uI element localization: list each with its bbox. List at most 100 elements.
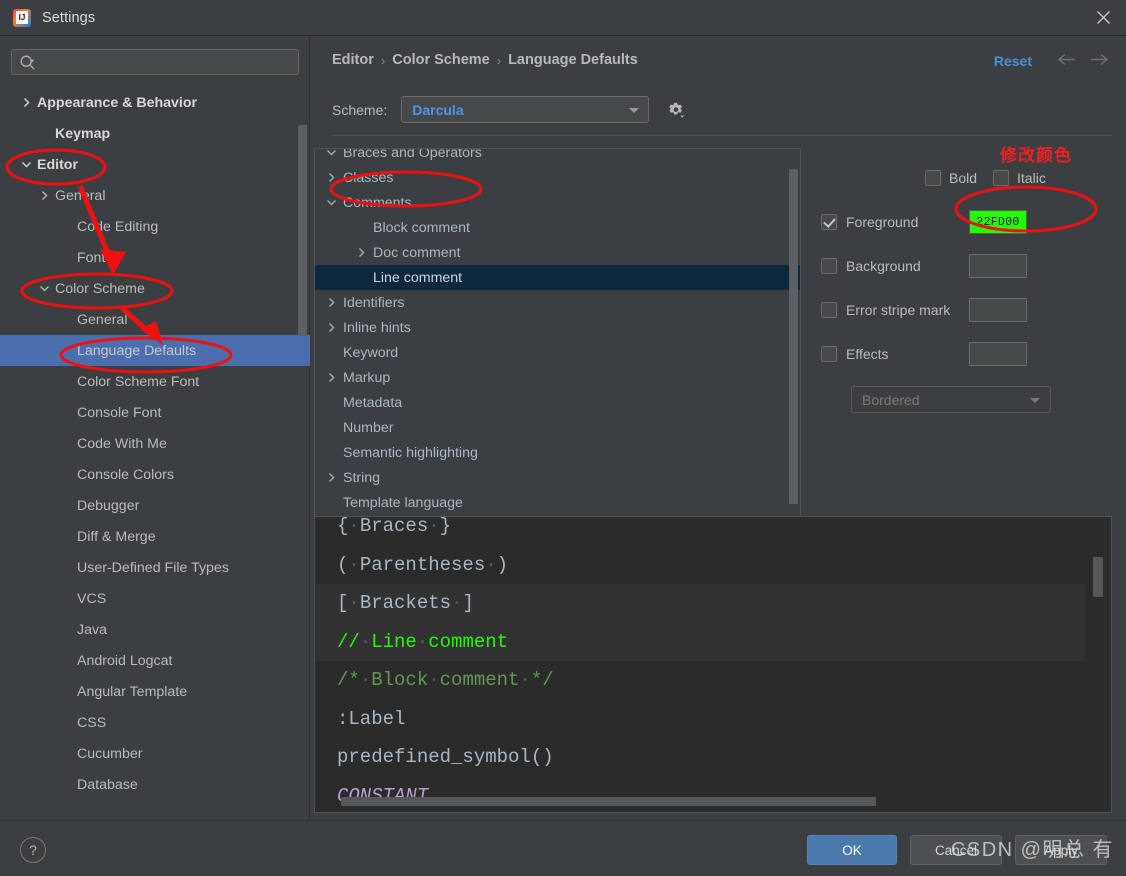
sidebar-item-code-editing[interactable]: Code Editing xyxy=(0,211,310,242)
help-button[interactable]: ? xyxy=(20,837,46,863)
chevron-down-icon[interactable] xyxy=(38,282,51,295)
search-box[interactable] xyxy=(11,49,299,75)
sidebar-item-angular-template[interactable]: Angular Template xyxy=(0,676,310,707)
preview-token: Parentheses xyxy=(359,553,486,576)
sidebar-item-vcs[interactable]: VCS xyxy=(0,583,310,614)
attribute-row-label: Comments xyxy=(343,194,412,211)
attribute-row-number[interactable]: Number xyxy=(315,415,800,440)
attribute-row-braces-and-operators[interactable]: Braces and Operators xyxy=(315,149,800,165)
arrow-right-icon[interactable] xyxy=(1090,53,1109,66)
reset-link[interactable]: Reset xyxy=(994,53,1032,69)
sidebar-scrollbar-thumb[interactable] xyxy=(298,125,307,336)
chevron-right-icon[interactable] xyxy=(355,246,369,259)
preview-token: /* xyxy=(337,669,360,692)
preview-vertical-scrollbar-thumb[interactable] xyxy=(1093,557,1103,597)
chevron-right-icon[interactable] xyxy=(325,321,339,334)
breadcrumb-item[interactable]: Color Scheme xyxy=(392,52,490,68)
attribute-row-template-language[interactable]: Template language xyxy=(315,490,800,515)
settings-category-tree[interactable]: Appearance & Behavior Keymap Editor General… xyxy=(0,87,310,820)
scheme-label: Scheme: xyxy=(332,101,388,118)
attribute-row-markup[interactable]: Markup xyxy=(315,365,800,390)
attribute-row-identifiers[interactable]: Identifiers xyxy=(315,290,800,315)
chevron-right-icon[interactable] xyxy=(325,171,339,184)
error-stripe-mark-label: Error stripe mark xyxy=(846,302,951,318)
sidebar-item-label: Angular Template xyxy=(77,683,188,700)
effects-checkbox[interactable] xyxy=(821,346,837,362)
chevron-down-icon[interactable] xyxy=(325,149,339,159)
attribute-row-keyword[interactable]: Keyword xyxy=(315,340,800,365)
error-stripe-mark-checkbox[interactable] xyxy=(821,302,837,318)
sidebar-item-keymap[interactable]: Keymap xyxy=(0,118,310,149)
breadcrumb-item[interactable]: Language Defaults xyxy=(508,52,638,68)
attribute-row-line-comment[interactable]: Line comment xyxy=(315,265,800,290)
sidebar-item-console-colors[interactable]: Console Colors xyxy=(0,459,310,490)
chevron-right-icon[interactable] xyxy=(325,296,339,309)
foreground-color-swatch[interactable]: 22FD00 xyxy=(969,210,1027,234)
sidebar-item-debugger[interactable]: Debugger xyxy=(0,490,310,521)
sidebar-item-language-defaults[interactable]: Language Defaults xyxy=(0,335,310,366)
sidebar-item-console-font[interactable]: Console Font xyxy=(0,397,310,428)
attribute-row-label: Markup xyxy=(343,369,391,386)
chevron-right-icon[interactable] xyxy=(325,471,339,484)
close-icon[interactable] xyxy=(1080,0,1126,35)
sidebar-item-color-scheme-font[interactable]: Color Scheme Font xyxy=(0,366,310,397)
italic-checkbox[interactable] xyxy=(993,170,1010,186)
attribute-row-doc-comment[interactable]: Doc comment xyxy=(315,240,800,265)
error-stripe-mark-color-swatch[interactable] xyxy=(969,298,1027,322)
effects-type-dropdown[interactable]: Bordered xyxy=(851,386,1051,413)
background-color-swatch[interactable] xyxy=(969,254,1027,278)
sidebar-item-font[interactable]: Font xyxy=(0,242,310,273)
dialog-button-bar: ? OK Cancel Apply CSDN @明总 有 xyxy=(0,820,1126,876)
chevron-right-icon[interactable] xyxy=(20,96,33,109)
background-checkbox[interactable] xyxy=(821,258,837,274)
sidebar-item-editor[interactable]: Editor xyxy=(0,149,310,180)
chevron-down-icon[interactable] xyxy=(20,158,33,171)
arrow-left-icon[interactable] xyxy=(1057,53,1076,66)
chevron-down-icon[interactable] xyxy=(325,196,339,209)
font-style-row: Bold Italic xyxy=(821,170,1121,186)
ok-button[interactable]: OK xyxy=(807,835,897,865)
sidebar-item-user-defined-file-types[interactable]: User-Defined File Types xyxy=(0,552,310,583)
sidebar-item-label: Appearance & Behavior xyxy=(37,94,198,111)
effects-color-swatch[interactable] xyxy=(969,342,1027,366)
sidebar-item-general[interactable]: General xyxy=(0,180,310,211)
sidebar-item-database[interactable]: Database xyxy=(0,769,310,800)
attribute-row-block-comment[interactable]: Block comment xyxy=(315,215,800,240)
bold-checkbox-group[interactable]: Bold xyxy=(925,170,977,186)
code-preview[interactable]: {· Braces ·}(· Parentheses ·)[· Brackets ·]//·… xyxy=(314,516,1112,813)
preview-line: //· Line · comment xyxy=(315,622,1085,661)
attribute-tree-scrollbar-thumb[interactable] xyxy=(789,169,798,504)
sidebar-item-css[interactable]: CSS xyxy=(0,707,310,738)
color-attribute-tree[interactable]: Braces and Operators Classes Comments Block… xyxy=(314,148,801,522)
attribute-row-classes[interactable]: Classes xyxy=(315,165,800,190)
italic-checkbox-group[interactable]: Italic xyxy=(993,170,1046,186)
scheme-dropdown[interactable]: Darcula xyxy=(401,96,650,123)
attribute-row-metadata[interactable]: Metadata xyxy=(315,390,800,415)
bold-checkbox[interactable] xyxy=(925,170,941,186)
attribute-row-semantic-highlighting[interactable]: Semantic highlighting xyxy=(315,440,800,465)
history-navigation xyxy=(1057,53,1109,66)
attribute-row-label: Identifiers xyxy=(343,294,405,311)
sidebar-item-java[interactable]: Java xyxy=(0,614,310,645)
attribute-row-comments[interactable]: Comments xyxy=(315,190,800,215)
sidebar-item-cucumber[interactable]: Cucumber xyxy=(0,738,310,769)
search-input[interactable] xyxy=(40,50,292,74)
gear-icon[interactable] xyxy=(665,99,687,121)
chevron-right-icon[interactable] xyxy=(325,371,339,384)
foreground-checkbox[interactable] xyxy=(821,214,837,230)
chevron-right-icon[interactable] xyxy=(38,189,51,202)
attribute-row-inline-hints[interactable]: Inline hints xyxy=(315,315,800,340)
apply-button[interactable]: Apply xyxy=(1015,835,1107,865)
sidebar-item-android-logcat[interactable]: Android Logcat xyxy=(0,645,310,676)
sidebar-item-appearance-behavior[interactable]: Appearance & Behavior xyxy=(0,87,310,118)
sidebar-item-general[interactable]: General xyxy=(0,304,310,335)
sidebar-item-color-scheme[interactable]: Color Scheme xyxy=(0,273,310,304)
cancel-button[interactable]: Cancel xyxy=(910,835,1002,865)
sidebar-item-code-with-me[interactable]: Code With Me xyxy=(0,428,310,459)
preview-horizontal-scrollbar-thumb[interactable] xyxy=(341,797,876,806)
attribute-row-string[interactable]: String xyxy=(315,465,800,490)
sidebar-item-diff-merge[interactable]: Diff & Merge xyxy=(0,521,310,552)
breadcrumb-item[interactable]: Editor xyxy=(332,52,374,68)
